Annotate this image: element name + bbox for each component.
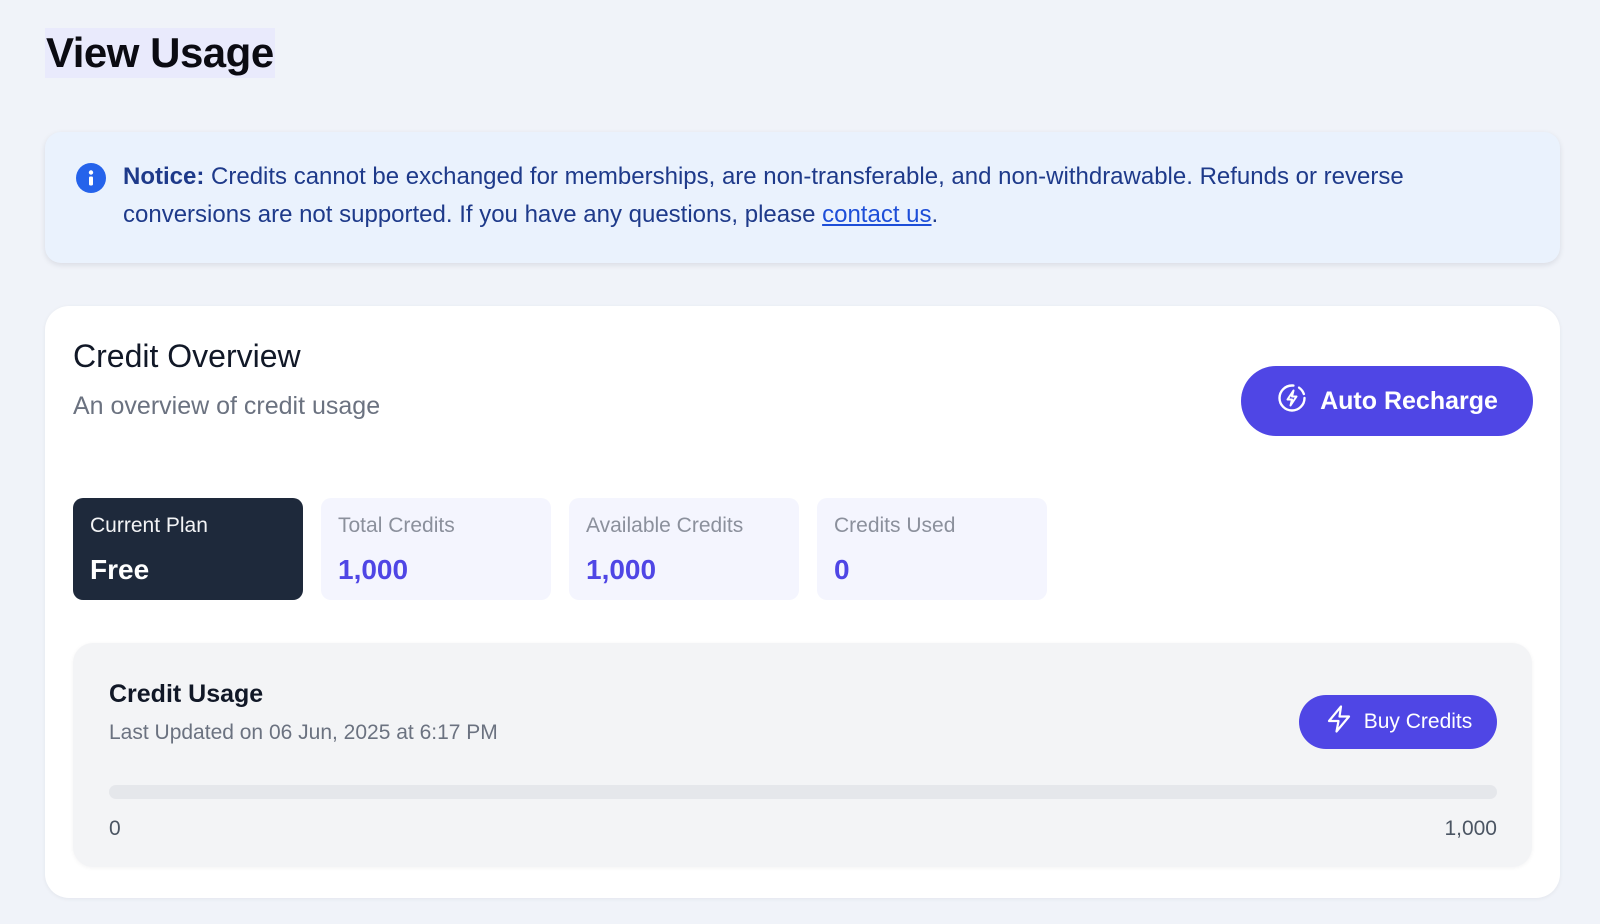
stat-label: Credits Used [834, 514, 956, 537]
credit-usage-title: Credit Usage [109, 680, 264, 708]
notice-label: Notice: [123, 163, 205, 190]
last-updated-text: Last Updated on 06 Jun, 2025 at 6:17 PM [109, 721, 498, 744]
stat-value: 1,000 [586, 554, 657, 585]
notice-trailing: . [931, 201, 939, 228]
stat-total-credits: Total Credits 1,000 [321, 498, 551, 600]
progress-max-label: 1,000 [1444, 817, 1497, 840]
credit-overview-subtitle: An overview of credit usage [73, 392, 381, 420]
auto-recharge-button[interactable]: Auto Recharge [1241, 366, 1533, 436]
page-title: View Usage [45, 28, 275, 78]
info-icon [76, 163, 106, 193]
stat-available-credits: Available Credits 1,000 [569, 498, 799, 600]
lightning-icon [1324, 704, 1354, 740]
stat-value: 0 [834, 554, 850, 585]
buy-credits-button[interactable]: Buy Credits [1299, 695, 1497, 749]
auto-recharge-label: Auto Recharge [1320, 386, 1498, 415]
contact-us-link[interactable]: contact us [822, 201, 931, 228]
stat-label: Total Credits [338, 514, 455, 537]
credit-stats: Current Plan Free Total Credits 1,000 Av… [73, 498, 1047, 600]
stat-current-plan: Current Plan Free [73, 498, 303, 600]
credit-overview-card: Credit Overview An overview of credit us… [45, 306, 1560, 898]
credit-usage-progress-bar [109, 785, 1497, 799]
progress-min-label: 0 [109, 817, 121, 840]
stat-credits-used: Credits Used 0 [817, 498, 1047, 600]
credit-overview-title: Credit Overview [73, 338, 301, 374]
credit-usage-panel: Credit Usage Last Updated on 06 Jun, 202… [73, 643, 1532, 867]
stat-value: 1,000 [338, 554, 409, 585]
buy-credits-label: Buy Credits [1363, 710, 1473, 733]
notice-banner: Notice: Credits cannot be exchanged for … [45, 132, 1560, 263]
stat-value: Free [90, 554, 150, 585]
stat-label: Current Plan [90, 514, 208, 537]
notice-message: Credits cannot be exchanged for membersh… [123, 163, 1404, 228]
recharge-icon [1276, 382, 1308, 421]
notice-text: Notice: Credits cannot be exchanged for … [123, 158, 1453, 234]
stat-label: Available Credits [586, 514, 744, 537]
